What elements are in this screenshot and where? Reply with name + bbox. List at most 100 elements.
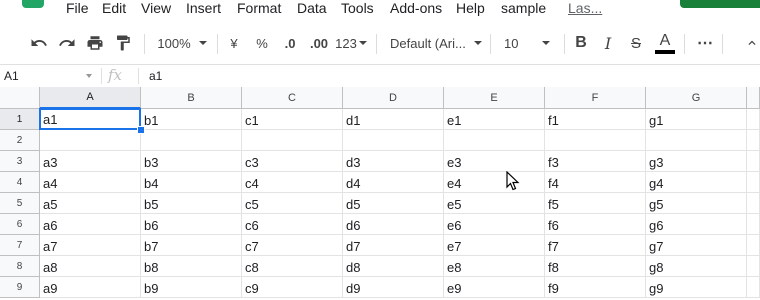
row-header-7[interactable]: 7	[0, 235, 40, 256]
column-header-g[interactable]: G	[646, 87, 747, 109]
menu-sample[interactable]: sample	[501, 0, 546, 17]
font-family-select[interactable]: Default (Ari...	[384, 27, 490, 59]
cell-b6[interactable]: b6	[141, 214, 242, 235]
cell-e9[interactable]: e9	[444, 277, 545, 298]
cell-d9[interactable]: d9	[343, 277, 444, 298]
cell-e1[interactable]: e1	[444, 109, 545, 130]
cell-g5[interactable]: g5	[646, 193, 747, 214]
zoom-select[interactable]: 100%	[152, 27, 212, 59]
cell-e5[interactable]: e5	[444, 193, 545, 214]
column-header-b[interactable]: B	[141, 87, 242, 109]
column-header-a[interactable]: A	[40, 87, 141, 109]
cell-a3[interactable]: a3	[40, 151, 141, 172]
cell-b9[interactable]: b9	[141, 277, 242, 298]
cell-d8[interactable]: d8	[343, 256, 444, 277]
cell-a9[interactable]: a9	[40, 277, 141, 298]
cell-a1[interactable]: a1	[39, 108, 141, 130]
cell-b4[interactable]: b4	[141, 172, 242, 193]
cell-c7[interactable]: c7	[242, 235, 343, 256]
cell-c8[interactable]: c8	[242, 256, 343, 277]
cell-c5[interactable]: c5	[242, 193, 343, 214]
cell-d6[interactable]: d6	[343, 214, 444, 235]
cell-a7[interactable]: a7	[40, 235, 141, 256]
cell-f5[interactable]: f5	[545, 193, 646, 214]
row-header-2[interactable]: 2	[0, 130, 40, 151]
menu-edit[interactable]: Edit	[102, 0, 126, 17]
cell-g9[interactable]: g9	[646, 277, 747, 298]
cell-b1[interactable]: b1	[141, 109, 242, 130]
cell-g1[interactable]: g1	[646, 109, 747, 130]
menu-view[interactable]: View	[141, 0, 171, 17]
italic-button[interactable]: I	[596, 27, 620, 59]
cell-g8[interactable]: g8	[646, 256, 747, 277]
cell-f9[interactable]: f9	[545, 277, 646, 298]
cell-f6[interactable]: f6	[545, 214, 646, 235]
redo-button[interactable]	[54, 27, 80, 59]
last-edit-link[interactable]: Las...	[568, 0, 602, 17]
cell-g3[interactable]: g3	[646, 151, 747, 172]
currency-format-button[interactable]: ¥	[222, 27, 246, 59]
undo-button[interactable]	[26, 27, 52, 59]
cell-c1[interactable]: c1	[242, 109, 343, 130]
cell-f3[interactable]: f3	[545, 151, 646, 172]
more-button[interactable]: ⋯	[692, 27, 718, 59]
cell-c2[interactable]	[242, 130, 343, 151]
cell-d1[interactable]: d1	[343, 109, 444, 130]
cell-b8[interactable]: b8	[141, 256, 242, 277]
print-button[interactable]	[82, 27, 108, 59]
cell-a5[interactable]: a5	[40, 193, 141, 214]
decrease-decimal-button[interactable]: .0	[277, 27, 303, 59]
row-header-9[interactable]: 9	[0, 277, 40, 298]
column-header-e[interactable]: E	[444, 87, 545, 109]
cell-e3[interactable]: e3	[444, 151, 545, 172]
cell-b3[interactable]: b3	[141, 151, 242, 172]
cell-e2[interactable]	[444, 130, 545, 151]
name-box[interactable]: A1	[0, 65, 100, 87]
cell-d2[interactable]	[343, 130, 444, 151]
cell-g2[interactable]	[646, 130, 747, 151]
cell-f1[interactable]: f1	[545, 109, 646, 130]
percent-format-button[interactable]: %	[250, 27, 274, 59]
row-header-8[interactable]: 8	[0, 256, 40, 277]
select-all-corner[interactable]	[0, 87, 40, 109]
cell-d3[interactable]: d3	[343, 151, 444, 172]
cell-e7[interactable]: e7	[444, 235, 545, 256]
cell-a2[interactable]	[40, 130, 141, 151]
row-header-5[interactable]: 5	[0, 193, 40, 214]
sheets-logo-icon[interactable]	[22, 0, 44, 8]
cell-e8[interactable]: e8	[444, 256, 545, 277]
cell-b5[interactable]: b5	[141, 193, 242, 214]
cell-e6[interactable]: e6	[444, 214, 545, 235]
cell-g6[interactable]: g6	[646, 214, 747, 235]
row-header-3[interactable]: 3	[0, 151, 40, 172]
row-header-4[interactable]: 4	[0, 172, 40, 193]
menu-data[interactable]: Data	[297, 0, 327, 17]
cell-b7[interactable]: b7	[141, 235, 242, 256]
cell-f8[interactable]: f8	[545, 256, 646, 277]
paint-format-button[interactable]	[110, 27, 136, 59]
cell-d5[interactable]: d5	[343, 193, 444, 214]
cell-a8[interactable]: a8	[40, 256, 141, 277]
menu-addons[interactable]: Add-ons	[390, 0, 442, 17]
cell-f7[interactable]: f7	[545, 235, 646, 256]
fill-handle[interactable]	[137, 126, 145, 134]
row-header-1[interactable]: 1	[0, 109, 40, 130]
bold-button[interactable]: B	[569, 27, 593, 59]
cell-g4[interactable]: g4	[646, 172, 747, 193]
font-size-select[interactable]: 10	[498, 27, 566, 59]
text-color-button[interactable]: A	[652, 27, 678, 59]
menu-help[interactable]: Help	[456, 0, 485, 17]
cell-a6[interactable]: a6	[40, 214, 141, 235]
row-header-6[interactable]: 6	[0, 214, 40, 235]
menu-insert[interactable]: Insert	[186, 0, 221, 17]
increase-decimal-button[interactable]: .00	[305, 27, 333, 59]
column-header-d[interactable]: D	[343, 87, 444, 109]
cell-f4[interactable]: f4	[545, 172, 646, 193]
cell-f2[interactable]	[545, 130, 646, 151]
strikethrough-button[interactable]: S	[624, 27, 648, 59]
share-button[interactable]	[680, 0, 760, 8]
number-format-select[interactable]: 123	[334, 27, 368, 59]
cell-e4[interactable]: e4	[444, 172, 545, 193]
cell-c9[interactable]: c9	[242, 277, 343, 298]
cell-g7[interactable]: g7	[646, 235, 747, 256]
